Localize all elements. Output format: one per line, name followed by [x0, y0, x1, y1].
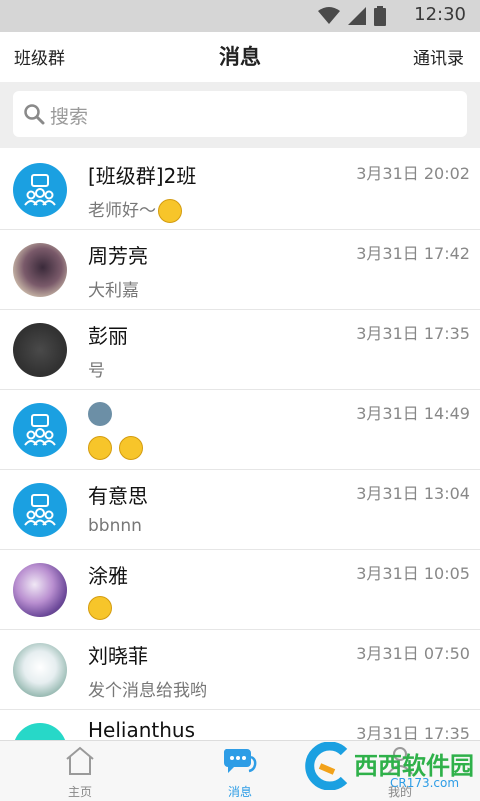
- conversation-item[interactable]: 彭丽 号 3月31日 17:35: [0, 310, 480, 390]
- conversation-time: 3月31日 13:04: [356, 484, 470, 503]
- tab-home-label: 主页: [67, 785, 92, 799]
- conversation-name: 涂雅: [88, 564, 128, 588]
- conversation-name: 周芳亮: [88, 244, 148, 268]
- watermark-url: CR173.com: [390, 776, 460, 790]
- conversation-time: 3月31日 10:05: [356, 564, 470, 583]
- conversation-item[interactable]: [班级群]2班 老师好～ 3月31日 20:02: [0, 150, 480, 230]
- grin-emoji-icon: [158, 199, 182, 223]
- conversation-preview: [88, 596, 112, 620]
- group-icon: [24, 174, 56, 206]
- app-bar: 班级群 消息 通讯录: [0, 32, 480, 82]
- conversation-preview: 发个消息给我哟: [88, 681, 207, 701]
- contacts-link[interactable]: 通讯录: [413, 44, 464, 69]
- conversation-name: [88, 400, 112, 426]
- tab-home[interactable]: 主页: [0, 741, 160, 801]
- avatar: [13, 643, 67, 697]
- grin-emoji-icon: [119, 436, 144, 460]
- alien-emoji-icon: [88, 401, 112, 426]
- status-bar: 12:30: [0, 0, 480, 32]
- dizzy-emoji-icon: [88, 596, 112, 620]
- group-avatar: [13, 483, 67, 537]
- conversation-preview: 大利嘉: [88, 281, 139, 301]
- conversation-preview: bbnnn: [88, 516, 142, 536]
- tab-messages-label: 消息: [227, 785, 252, 799]
- page-title: 消息: [219, 45, 261, 69]
- group-icon: [24, 494, 56, 526]
- conversation-preview: [88, 436, 144, 460]
- status-icons: [318, 6, 386, 26]
- sleepy-emoji-icon: [88, 436, 112, 460]
- conversation-time: 3月31日 07:50: [356, 644, 470, 663]
- status-time: 12:30: [414, 4, 466, 25]
- avatar: [13, 323, 67, 377]
- conversation-preview: 老师好～: [88, 196, 182, 223]
- conversation-time: 3月31日 14:49: [356, 404, 470, 423]
- conversation-name: 有意思: [88, 484, 148, 508]
- watermark-c-icon: [305, 742, 348, 790]
- avatar: [13, 243, 67, 297]
- conversation-name: Helianthus: [88, 718, 196, 742]
- group-avatar: [13, 163, 67, 217]
- conversation-time: 3月31日 17:35: [356, 324, 470, 343]
- group-avatar: [13, 403, 67, 457]
- tab-messages[interactable]: 消息: [160, 741, 320, 801]
- group-icon: [24, 414, 56, 446]
- conversation-item[interactable]: 有意思 bbnnn 3月31日 13:04: [0, 470, 480, 550]
- avatar: [13, 563, 67, 617]
- battery-icon: [374, 6, 386, 26]
- conversation-name: 彭丽: [88, 324, 128, 348]
- wifi-icon: [318, 7, 340, 24]
- watermark-logo: 西西软件园 CR173.com: [300, 738, 480, 796]
- conversation-time: 3月31日 17:42: [356, 244, 470, 263]
- conversation-item[interactable]: 3月31日 14:49: [0, 390, 480, 470]
- conversation-time: 3月31日 20:02: [356, 164, 470, 183]
- conversation-list: [班级群]2班 老师好～ 3月31日 20:02 周芳亮 大利嘉 3月31日 1…: [0, 150, 480, 789]
- search-icon: [24, 104, 45, 125]
- search-area: 搜索: [0, 82, 480, 148]
- conversation-name: [班级群]2班: [88, 164, 197, 188]
- search-input[interactable]: 搜索: [13, 91, 467, 137]
- signal-icon: [348, 7, 366, 25]
- conversation-preview: 号: [88, 361, 105, 381]
- home-icon: [66, 746, 94, 775]
- search-placeholder: 搜索: [50, 106, 89, 128]
- conversation-item[interactable]: 周芳亮 大利嘉 3月31日 17:42: [0, 230, 480, 310]
- conversation-item[interactable]: 刘晓菲 发个消息给我哟 3月31日 07:50: [0, 630, 480, 710]
- conversation-item[interactable]: 涂雅 3月31日 10:05: [0, 550, 480, 630]
- preview-text: 老师好～: [88, 201, 156, 221]
- conversation-name: 刘晓菲: [88, 644, 148, 668]
- chat-bubble-icon: [223, 749, 257, 773]
